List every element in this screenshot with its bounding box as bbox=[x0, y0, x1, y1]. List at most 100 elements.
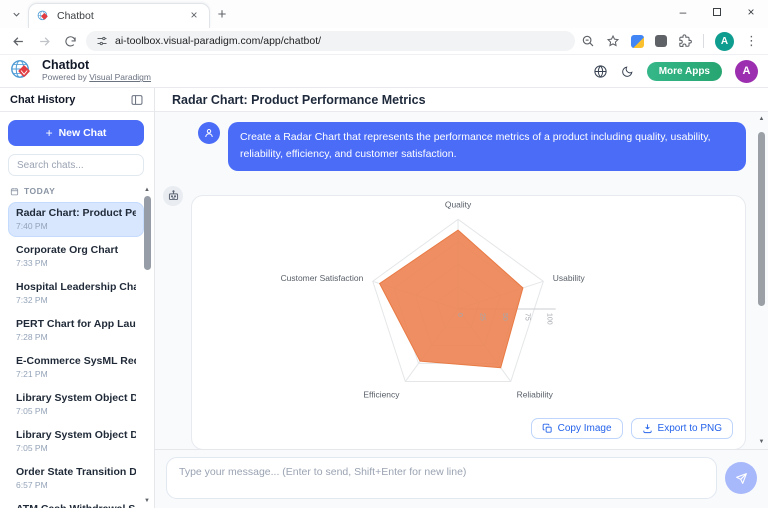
toolbar-right: A ⋮ bbox=[581, 32, 760, 51]
browser-toolbar: ai-toolbox.visual-paradigm.com/app/chatb… bbox=[0, 28, 768, 55]
reload-icon bbox=[64, 35, 77, 48]
chat-item-time: 7:33 PM bbox=[16, 258, 136, 268]
search-chats-input[interactable] bbox=[8, 154, 144, 176]
radar-axis-label: Quality bbox=[445, 199, 472, 209]
reload-button[interactable] bbox=[60, 31, 80, 51]
scroll-up-icon[interactable]: ▲ bbox=[144, 186, 150, 194]
star-icon bbox=[606, 34, 620, 48]
chat-history-sidebar: Chat History +New Chat TODAY Radar Chart… bbox=[0, 88, 155, 508]
forward-button[interactable] bbox=[34, 31, 54, 51]
copy-image-label: Copy Image bbox=[558, 423, 612, 434]
sidebar-scrollbar-thumb[interactable] bbox=[144, 196, 151, 270]
copy-icon bbox=[542, 423, 553, 434]
visual-paradigm-link[interactable]: Visual Paradigm bbox=[89, 72, 151, 82]
export-png-label: Export to PNG bbox=[658, 423, 722, 434]
window-minimize-button[interactable]: – bbox=[666, 0, 700, 24]
bot-message-row: 0255075100QualityUsabilityReliabilityEff… bbox=[163, 186, 746, 450]
conversation-title: Radar Chart: Product Performance Metrics bbox=[155, 88, 768, 112]
chat-scroll-down-icon[interactable]: ▼ bbox=[759, 438, 765, 446]
browser-profile-avatar[interactable]: A bbox=[715, 32, 734, 51]
send-button[interactable] bbox=[725, 462, 757, 494]
chat-history-item[interactable]: Corporate Org Chart 7:33 PM bbox=[8, 239, 144, 274]
chat-history-item[interactable]: Order State Transition Diagra... 6:57 PM bbox=[8, 461, 144, 496]
browser-menu-button[interactable]: ⋮ bbox=[745, 33, 758, 49]
chat-item-title: Order State Transition Diagra... bbox=[16, 466, 136, 478]
chat-list: Radar Chart: Product Perfor...7:40 PMCor… bbox=[8, 202, 144, 508]
extensions-button[interactable] bbox=[678, 34, 692, 48]
chat-item-time: 7:32 PM bbox=[16, 295, 136, 305]
app-header: Chatbot Powered by Visual Paradigm More … bbox=[0, 55, 768, 88]
content: Chat History +New Chat TODAY Radar Chart… bbox=[0, 88, 768, 508]
chat-item-title: Radar Chart: Product Perfor... bbox=[16, 207, 136, 219]
export-png-button[interactable]: Export to PNG bbox=[631, 418, 733, 439]
chevron-down-icon bbox=[11, 9, 22, 20]
sidebar-body: +New Chat TODAY Radar Chart: Product Per… bbox=[0, 112, 154, 508]
chat-history-item[interactable]: Library System Object Diagr... 7:05 PM bbox=[8, 387, 144, 422]
app-logo-icon bbox=[10, 59, 34, 83]
browser-tab-chatbot[interactable]: Chatbot × bbox=[28, 3, 210, 28]
chat-item-time: 7:05 PM bbox=[16, 443, 136, 453]
chat-history-item[interactable]: ATM Cash Withdrawal Seque...6:46 PM bbox=[8, 498, 144, 508]
collapse-sidebar-button[interactable] bbox=[130, 93, 144, 107]
bot-avatar bbox=[163, 186, 183, 206]
sidebar-scroll-down-icon[interactable]: ▼ bbox=[144, 497, 150, 505]
window-maximize-button[interactable] bbox=[700, 0, 734, 24]
bookmark-button[interactable] bbox=[606, 34, 620, 48]
chat-scrollbar-thumb[interactable] bbox=[758, 132, 765, 306]
new-tab-button[interactable]: + bbox=[210, 2, 234, 26]
radar-axis-label: Reliability bbox=[517, 389, 554, 399]
message-input[interactable] bbox=[166, 457, 717, 499]
chat-item-title: Corporate Org Chart bbox=[16, 244, 136, 256]
window-close-button[interactable]: × bbox=[734, 0, 768, 24]
today-label: TODAY bbox=[24, 186, 55, 196]
copy-image-button[interactable]: Copy Image bbox=[531, 418, 623, 439]
chat-history-item[interactable]: Hospital Leadership Chart7:32 PM bbox=[8, 276, 144, 311]
chat-history-item[interactable]: E-Commerce SysML Require...7:21 PM bbox=[8, 350, 144, 385]
chat-item-time: 7:05 PM bbox=[16, 406, 136, 416]
tab-title: Chatbot bbox=[57, 10, 180, 22]
globe-icon bbox=[593, 64, 608, 79]
download-icon bbox=[642, 423, 653, 434]
radar-axis-label: Efficiency bbox=[363, 389, 400, 399]
tab-close-icon[interactable]: × bbox=[187, 9, 201, 23]
chat-scrollbar[interactable]: ▲ ▼ bbox=[756, 115, 767, 446]
app-titles: Chatbot Powered by Visual Paradigm bbox=[42, 59, 151, 82]
panel-toggle-icon bbox=[130, 93, 144, 107]
radar-tick-label: 100 bbox=[546, 313, 553, 325]
sidebar-scrollbar[interactable]: ▲ bbox=[142, 186, 152, 270]
url-text: ai-toolbox.visual-paradigm.com/app/chatb… bbox=[115, 35, 321, 47]
puzzle-icon bbox=[678, 34, 692, 48]
app-header-right: More Apps A bbox=[593, 60, 758, 83]
chat-item-title: E-Commerce SysML Require... bbox=[16, 355, 136, 367]
chat-item-title: ATM Cash Withdrawal Seque... bbox=[16, 503, 136, 508]
dark-mode-button[interactable] bbox=[621, 65, 634, 78]
chart-card: 0255075100QualityUsabilityReliabilityEff… bbox=[191, 195, 746, 450]
chat-scroll-up-icon[interactable]: ▲ bbox=[759, 115, 765, 123]
language-button[interactable] bbox=[593, 64, 608, 79]
chat-history-item[interactable]: PERT Chart for App Launch7:28 PM bbox=[8, 313, 144, 348]
chat-item-time: 7:28 PM bbox=[16, 332, 136, 342]
zoom-button[interactable] bbox=[581, 34, 595, 48]
message-input-area bbox=[155, 450, 768, 508]
user-avatar[interactable]: A bbox=[735, 60, 758, 83]
new-chat-button[interactable]: +New Chat bbox=[8, 120, 144, 146]
tab-strip: Chatbot × + – × bbox=[0, 0, 768, 28]
robot-icon bbox=[167, 189, 180, 202]
chat-item-time: 6:57 PM bbox=[16, 480, 136, 490]
window-controls: – × bbox=[666, 0, 768, 24]
new-chat-label: New Chat bbox=[59, 127, 107, 139]
back-button[interactable] bbox=[8, 31, 28, 51]
url-bar[interactable]: ai-toolbox.visual-paradigm.com/app/chatb… bbox=[86, 31, 575, 51]
toolbar-divider bbox=[703, 34, 704, 48]
extension-icon-2[interactable] bbox=[655, 35, 667, 47]
more-apps-button[interactable]: More Apps bbox=[647, 62, 722, 81]
tab-search-button[interactable] bbox=[6, 4, 26, 24]
sidebar-title: Chat History bbox=[10, 94, 75, 106]
extension-icon[interactable] bbox=[631, 35, 644, 48]
chat-history-item[interactable]: Library System Object Diagr...7:05 PM bbox=[8, 424, 144, 459]
chat-item-title: Library System Object Diagr... bbox=[16, 392, 136, 404]
chart-actions: Copy Image Export to PNG bbox=[192, 418, 745, 449]
chat-messages-area: Create a Radar Chart that represents the… bbox=[155, 112, 768, 450]
user-message-avatar bbox=[198, 122, 220, 144]
chat-history-item[interactable]: Radar Chart: Product Perfor...7:40 PM bbox=[8, 202, 144, 237]
